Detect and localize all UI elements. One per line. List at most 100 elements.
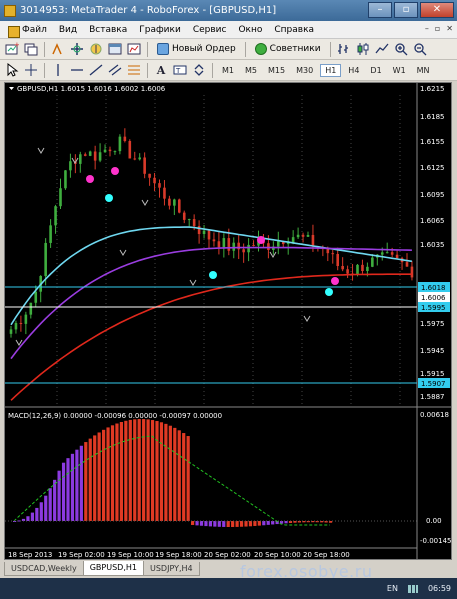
menu-window[interactable]: Окно [232, 25, 268, 35]
menu-view[interactable]: Вид [53, 25, 83, 35]
metatrader-window: 3014953: MetaTrader 4 - RoboForex - [GBP… [0, 0, 457, 599]
macd-bar [173, 427, 177, 521]
timeframe-h1[interactable]: H1 [320, 63, 342, 77]
menu-charts[interactable]: Графики [133, 25, 187, 35]
tab-usdjpy-h4[interactable]: USDJPY,H4 [143, 562, 200, 576]
title-bar[interactable]: 3014953: MetaTrader 4 - RoboForex - [GBP… [0, 0, 457, 21]
tab-usdcad-weekly[interactable]: USDCAD,Weekly [4, 562, 84, 576]
menu-file[interactable]: Файл [4, 25, 53, 38]
line-chart-icon[interactable] [374, 41, 390, 57]
fibonacci-icon[interactable] [126, 62, 142, 78]
menu-insert[interactable]: Вставка [83, 25, 133, 35]
time-label: 19 Sep 10:00 [107, 551, 154, 559]
channel-icon[interactable] [107, 62, 123, 78]
trendline-icon[interactable] [88, 62, 104, 78]
candle-body [212, 239, 216, 242]
text-tool-icon[interactable]: A [153, 62, 169, 78]
new-chart-icon[interactable]: + [4, 41, 20, 57]
candle-body [24, 314, 28, 324]
candle-body [197, 226, 201, 235]
menu-tools[interactable]: Сервис [187, 25, 233, 35]
child-restore-button[interactable]: ▫ [435, 24, 440, 33]
crosshair-icon[interactable] [23, 62, 39, 78]
price-label: 1.6035 [420, 241, 445, 249]
timeframe-m5[interactable]: M5 [241, 65, 261, 76]
new-order-button[interactable]: Новый Ордер [153, 41, 240, 58]
price-label: 1.5945 [420, 347, 445, 355]
navigator-icon[interactable] [88, 41, 104, 57]
minimize-button[interactable]: – [368, 2, 392, 18]
candle-body [34, 291, 38, 303]
fractal-arrow [303, 315, 311, 322]
candle-body [103, 149, 107, 153]
price-label: 1.5975 [420, 320, 445, 328]
profiles-icon[interactable] [23, 41, 39, 57]
timeframe-mn[interactable]: MN [413, 65, 434, 76]
bar-chart-icon[interactable] [336, 41, 352, 57]
new-order-icon [157, 43, 169, 55]
label-tool-icon[interactable]: T [172, 62, 188, 78]
timeframe-h4[interactable]: H4 [344, 65, 363, 76]
arrows-icon[interactable] [191, 62, 207, 78]
network-icon[interactable] [407, 584, 418, 593]
timeframe-w1[interactable]: W1 [389, 65, 410, 76]
tab-gbpusd-h1[interactable]: GBPUSD,H1 [82, 561, 144, 576]
candle-body [163, 187, 166, 199]
terminal-icon[interactable] [107, 41, 123, 57]
chart-header: GBPUSD,H1 1.6015 1.6016 1.6002 1.6006 MA… [8, 85, 222, 420]
candle-body [148, 173, 151, 178]
fractal-arrow [15, 339, 23, 346]
macd-bar [248, 521, 253, 527]
candle-body [252, 244, 255, 246]
macd-bar [146, 419, 150, 521]
candle-body [158, 183, 161, 188]
candlestick-icon[interactable] [355, 41, 371, 57]
menu-help[interactable]: Справка [268, 25, 320, 35]
macd-zero-label: 0.00 [426, 517, 442, 525]
market-watch-icon[interactable] [50, 41, 66, 57]
zoom-in-icon[interactable] [393, 41, 409, 57]
child-close-button[interactable]: ✕ [446, 24, 453, 33]
macd-bar [253, 521, 257, 526]
expert-advisors-button[interactable]: Советники [251, 41, 325, 58]
tester-icon[interactable] [126, 41, 142, 57]
timeframe-d1[interactable]: D1 [366, 65, 385, 76]
cursor-icon[interactable] [4, 62, 20, 78]
candle-body [242, 249, 245, 253]
macd-bar [137, 419, 141, 521]
fractal-arrow [37, 147, 45, 154]
chart-window[interactable]: 1.6215 1.6185 1.6155 1.6125 1.6095 1.606… [4, 82, 452, 560]
candle-body [232, 242, 236, 251]
child-minimize-button[interactable]: – [425, 24, 429, 33]
candle-body [356, 264, 359, 275]
candle-body [69, 161, 72, 171]
macd-bar [48, 488, 52, 521]
macd-bar [217, 521, 221, 527]
signal-dot [331, 277, 339, 285]
language-indicator[interactable]: EN [387, 584, 398, 593]
price-highlight-label: 1.5995 [421, 304, 446, 312]
macd-bar [266, 521, 270, 525]
candle-body [168, 198, 171, 206]
candle-body [336, 253, 339, 267]
candle-body [83, 154, 87, 156]
vertical-line-icon[interactable] [50, 62, 66, 78]
timeframe-m15[interactable]: M15 [264, 65, 289, 76]
timeframe-m1[interactable]: M1 [218, 65, 238, 76]
price-chart[interactable]: 1.6215 1.6185 1.6155 1.6125 1.6095 1.606… [5, 83, 451, 559]
candle-body [341, 266, 344, 270]
macd-bar [84, 442, 88, 521]
maximize-button[interactable]: ▫ [394, 2, 418, 18]
signal-dot [105, 194, 113, 202]
macd-bar [239, 521, 244, 527]
macd-histogram [5, 419, 417, 527]
close-button[interactable]: ✕ [420, 2, 454, 18]
data-window-icon[interactable] [69, 41, 85, 57]
price-label: 1.5887 [420, 393, 445, 401]
timeframe-m30[interactable]: M30 [292, 65, 317, 76]
taskbar: EN 06:59 [0, 578, 457, 599]
candle-body [19, 322, 23, 324]
zoom-out-icon[interactable] [412, 41, 428, 57]
horizontal-line-icon[interactable] [69, 62, 85, 78]
signal-dot [86, 175, 94, 183]
